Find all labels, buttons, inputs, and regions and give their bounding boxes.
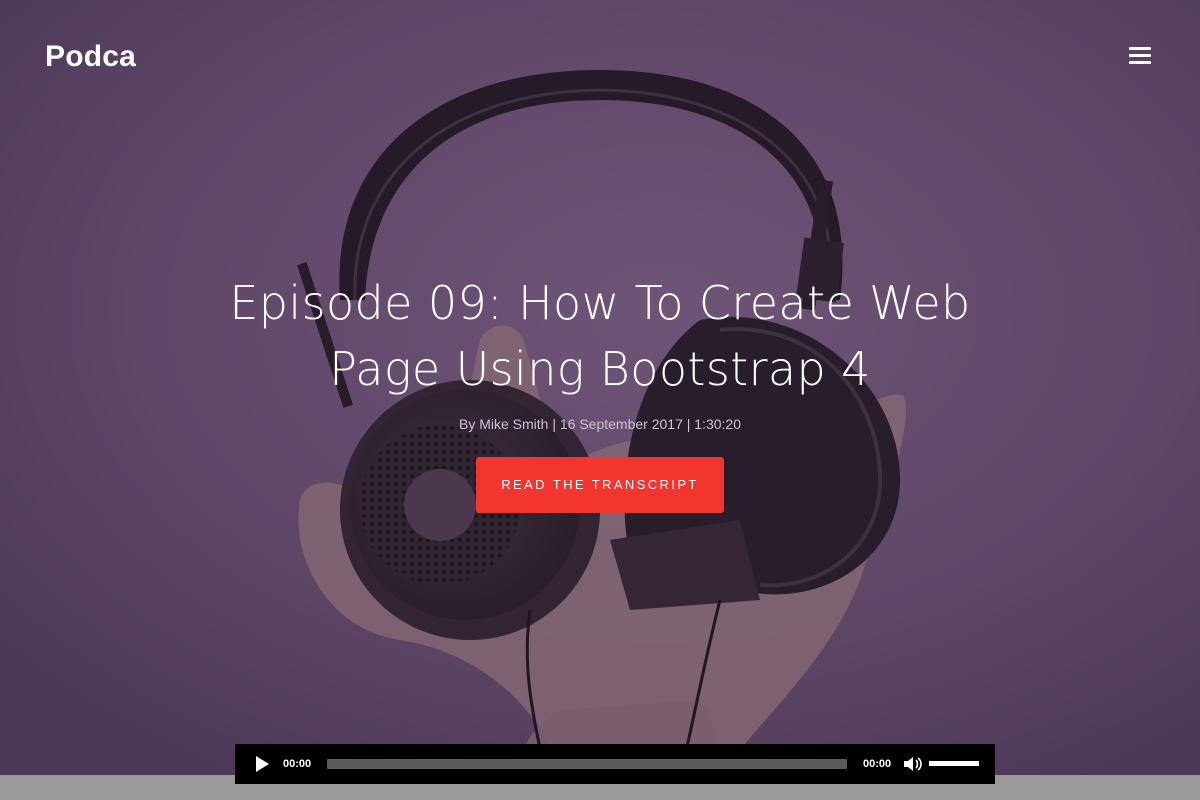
volume-fill	[929, 761, 979, 766]
volume-slider[interactable]	[929, 761, 979, 766]
brand-logo[interactable]: Podca	[45, 40, 136, 74]
episode-title: Episode 09: How To Create Web Page Using…	[229, 276, 971, 396]
episode-meta: By Mike Smith | 16 September 2017 | 1:30…	[459, 416, 741, 432]
read-transcript-button[interactable]: READ THE TRANSCRIPT	[476, 457, 724, 513]
current-time: 00:00	[283, 758, 312, 770]
hamburger-menu-icon[interactable]	[1128, 47, 1154, 67]
play-icon[interactable]	[253, 755, 271, 773]
duration-time: 00:00	[863, 758, 892, 770]
progress-bar[interactable]	[327, 759, 847, 769]
hero-content: Episode 09: How To Create Web Page Using…	[0, 270, 1200, 513]
volume-icon[interactable]	[903, 755, 923, 773]
audio-player: 00:00 00:00	[235, 744, 995, 784]
